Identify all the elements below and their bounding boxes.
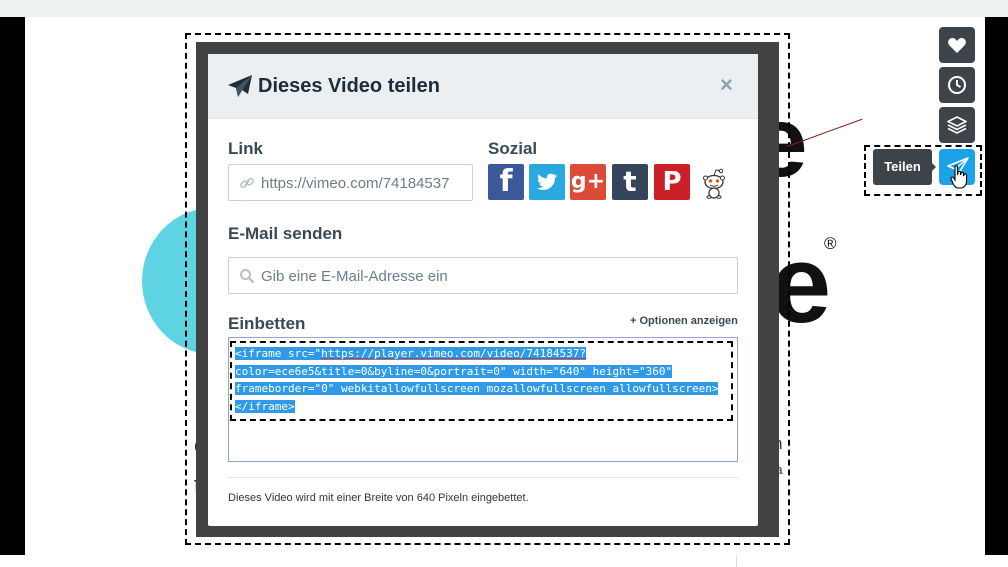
tooltip-arrow	[930, 161, 936, 173]
share-tooltip: Teilen	[873, 149, 932, 185]
heart-icon	[948, 38, 966, 53]
watch-later-button[interactable]	[939, 67, 975, 103]
clock-icon	[948, 76, 966, 94]
left-black-bar	[0, 17, 25, 555]
right-black-bar	[985, 17, 1008, 555]
browser-top-bar	[0, 0, 1008, 17]
layers-icon	[947, 116, 967, 134]
bottom-strip	[0, 555, 1008, 567]
like-button[interactable]	[939, 27, 975, 63]
collections-button[interactable]	[939, 107, 975, 143]
registered-mark: ®	[824, 234, 837, 253]
selection-box-embed-code	[230, 341, 733, 421]
hand-cursor-icon	[950, 165, 968, 189]
selection-box-modal	[185, 33, 790, 545]
